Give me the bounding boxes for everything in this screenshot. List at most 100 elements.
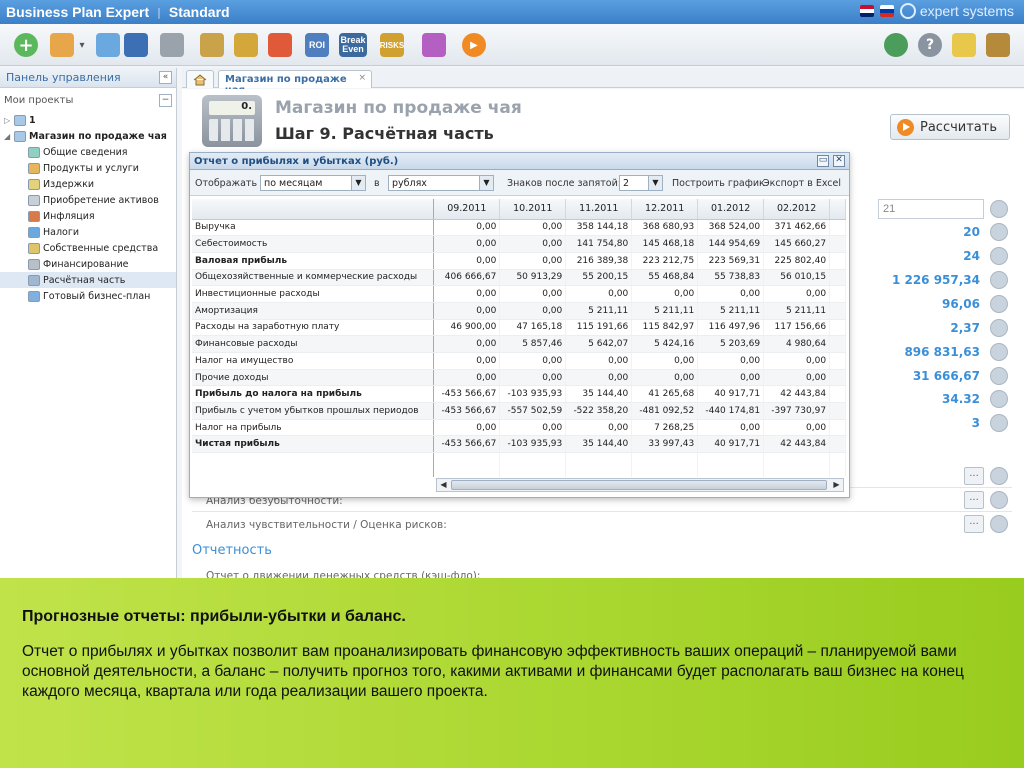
value-cell: -453 566,67 bbox=[433, 402, 501, 420]
column-header[interactable]: 10.2011 bbox=[499, 199, 567, 220]
flag-en-icon[interactable] bbox=[859, 5, 874, 17]
help-circle-icon[interactable] bbox=[990, 295, 1008, 313]
side-value-row: 1 226 957,34 bbox=[854, 270, 1014, 292]
decimals-select[interactable]: 2 ▼ bbox=[619, 175, 663, 191]
help-circle-icon[interactable] bbox=[990, 223, 1008, 241]
period-select[interactable]: по месяцам ▼ bbox=[260, 175, 366, 191]
collapse-panel-button[interactable]: « bbox=[159, 71, 172, 84]
help-circle-icon[interactable] bbox=[990, 319, 1008, 337]
save-icon[interactable] bbox=[124, 33, 148, 57]
table-row[interactable]: Прибыль до налога на прибыль -453 566,67-… bbox=[192, 385, 846, 404]
export-excel-link[interactable]: Экспорт в Excel bbox=[763, 178, 841, 189]
table-row[interactable]: Прочие доходы 0,00 0,00 0,00 0,00 0,00 0,00 bbox=[192, 369, 846, 387]
table-row[interactable]: Налог на прибыль 0,00 0,00 0,00 7 268,25 0,00… bbox=[192, 419, 846, 437]
row-name-cell: Финансовые расходы bbox=[192, 335, 435, 353]
help-circle-icon[interactable] bbox=[990, 271, 1008, 289]
sensitivity-dots-button[interactable]: ... bbox=[964, 515, 984, 533]
help-circle-icon[interactable] bbox=[990, 515, 1008, 533]
column-header[interactable]: 02.2012 bbox=[763, 199, 831, 220]
arrows-icon[interactable] bbox=[268, 33, 292, 57]
tree-item-tea-shop[interactable]: ◢ Магазин по продаже чая bbox=[0, 128, 176, 144]
dots-button[interactable]: ... bbox=[964, 467, 984, 485]
tree-item-ready-plan[interactable]: Готовый бизнес-план bbox=[0, 288, 176, 304]
new-project-icon[interactable]: + bbox=[14, 33, 38, 57]
column-header[interactable]: 01.2012 bbox=[697, 199, 765, 220]
help-circle-icon[interactable] bbox=[990, 343, 1008, 361]
build-chart-link[interactable]: Построить график bbox=[672, 178, 765, 189]
breakeven-dots-button[interactable]: ... bbox=[964, 491, 984, 509]
tab-tea-shop[interactable]: Магазин по продаже чая × bbox=[218, 70, 372, 96]
open-project-icon[interactable] bbox=[50, 33, 74, 57]
table-row[interactable]: Валовая прибыль 0,00 0,00 216 389,38 223 212… bbox=[192, 252, 846, 270]
value-cell: 0,00 bbox=[499, 285, 567, 303]
copy-icon[interactable] bbox=[96, 33, 120, 57]
tab-close-icon[interactable]: × bbox=[358, 73, 366, 83]
column-header[interactable]: 09.2011 bbox=[433, 199, 501, 220]
tree-item-calculation[interactable]: Расчётная часть bbox=[0, 272, 176, 288]
table-row[interactable]: Себестоимость 0,00 0,00 141 754,80 145 468,1… bbox=[192, 235, 846, 253]
scroll-thumb[interactable] bbox=[451, 480, 827, 490]
help-circle-icon[interactable] bbox=[990, 200, 1008, 218]
table-row[interactable]: Амортизация 0,00 0,00 5 211,11 5 211,11 5 211… bbox=[192, 302, 846, 320]
maximize-button[interactable]: ▭ bbox=[817, 155, 829, 167]
tree-item-products[interactable]: Продукты и услуги bbox=[0, 160, 176, 176]
table-row[interactable]: Налог на имущество 0,00 0,00 0,00 0,00 0,00 0,… bbox=[192, 352, 846, 370]
run-icon[interactable]: ▶ bbox=[462, 33, 486, 57]
calculate-button[interactable]: Рассчитать bbox=[890, 114, 1010, 140]
spacer-cell bbox=[829, 352, 846, 370]
help-circle-icon[interactable] bbox=[990, 467, 1008, 485]
tree-item-1[interactable]: ▷ 1 bbox=[0, 112, 176, 128]
delete-icon[interactable] bbox=[160, 33, 184, 57]
tree-item-general[interactable]: Общие сведения bbox=[0, 144, 176, 160]
flag-ru-icon[interactable] bbox=[879, 5, 894, 17]
table-row[interactable]: Инвестиционные расходы 0,00 0,00 0,00 0,00 0,… bbox=[192, 285, 846, 303]
table-row[interactable]: Прибыль с учетом убытков прошлых периодо… bbox=[192, 402, 846, 420]
roi-icon[interactable]: ROI bbox=[305, 33, 329, 57]
expand-icon[interactable]: ▷ bbox=[4, 116, 14, 125]
value-cell: 0,00 bbox=[631, 285, 699, 303]
tree-item-costs[interactable]: Издержки bbox=[0, 176, 176, 192]
balance-scale-icon[interactable] bbox=[200, 33, 224, 57]
table-row[interactable]: Общехозяйственные и коммерческие расходы… bbox=[192, 269, 846, 287]
risks-icon[interactable]: RISKS bbox=[380, 33, 404, 57]
money-bag-icon[interactable] bbox=[234, 33, 258, 57]
column-header[interactable]: 11.2011 bbox=[565, 199, 633, 220]
help-circle-icon[interactable] bbox=[990, 367, 1008, 385]
scroll-left-icon[interactable]: ◀ bbox=[437, 479, 450, 491]
close-button[interactable]: ✕ bbox=[833, 155, 845, 167]
my-projects-header: Мои проекты − bbox=[0, 88, 176, 112]
help-circle-icon[interactable] bbox=[990, 247, 1008, 265]
users-icon[interactable] bbox=[884, 33, 908, 57]
report-table: 09.2011 10.2011 11.2011 12.2011 01.2012 … bbox=[192, 199, 846, 477]
puzzle-icon[interactable] bbox=[422, 33, 446, 57]
collapse-icon[interactable]: ◢ bbox=[4, 132, 14, 141]
help-circle-icon[interactable] bbox=[990, 491, 1008, 509]
collapse-projects-button[interactable]: − bbox=[159, 94, 172, 107]
column-header[interactable]: 12.2011 bbox=[631, 199, 699, 220]
tab-home[interactable] bbox=[186, 70, 214, 88]
exit-icon[interactable] bbox=[986, 33, 1010, 57]
currency-select[interactable]: рублях ▼ bbox=[388, 175, 494, 191]
table-row[interactable]: Чистая прибыль -453 566,67 -103 935,93 35 1… bbox=[192, 435, 846, 454]
table-row[interactable]: Выручка 0,00 0,00 358 144,18 368 680,93 368 5… bbox=[192, 219, 846, 237]
tree-item-assets[interactable]: Приобретение активов bbox=[0, 192, 176, 208]
row-name-cell: Себестоимость bbox=[192, 235, 435, 253]
value-cell: 0,00 bbox=[433, 285, 501, 303]
tree-item-financing[interactable]: Финансирование bbox=[0, 256, 176, 272]
table-row[interactable]: Расходы на заработную плату 46 900,00 47 1… bbox=[192, 319, 846, 337]
tree-item-taxes[interactable]: Налоги bbox=[0, 224, 176, 240]
help-circle-icon[interactable] bbox=[990, 390, 1008, 408]
open-dropdown-icon[interactable]: ▾ bbox=[77, 33, 87, 57]
help-icon[interactable]: ? bbox=[918, 33, 942, 57]
tree-item-equity[interactable]: Собственные средства bbox=[0, 240, 176, 256]
scroll-right-icon[interactable]: ▶ bbox=[830, 479, 843, 491]
side-input[interactable] bbox=[878, 199, 984, 219]
tree-item-inflation[interactable]: Инфляция bbox=[0, 208, 176, 224]
help-circle-icon[interactable] bbox=[990, 414, 1008, 432]
table-row[interactable]: Финансовые расходы 0,00 5 857,46 5 642,07 5 … bbox=[192, 335, 846, 353]
value-cell: 0,00 bbox=[697, 369, 765, 387]
notes-icon[interactable] bbox=[952, 33, 976, 57]
horizontal-scrollbar[interactable]: ◀ ▶ bbox=[436, 478, 844, 492]
breakeven-icon[interactable]: Break Even bbox=[339, 33, 367, 57]
side-value: 896 831,63 bbox=[904, 345, 980, 359]
